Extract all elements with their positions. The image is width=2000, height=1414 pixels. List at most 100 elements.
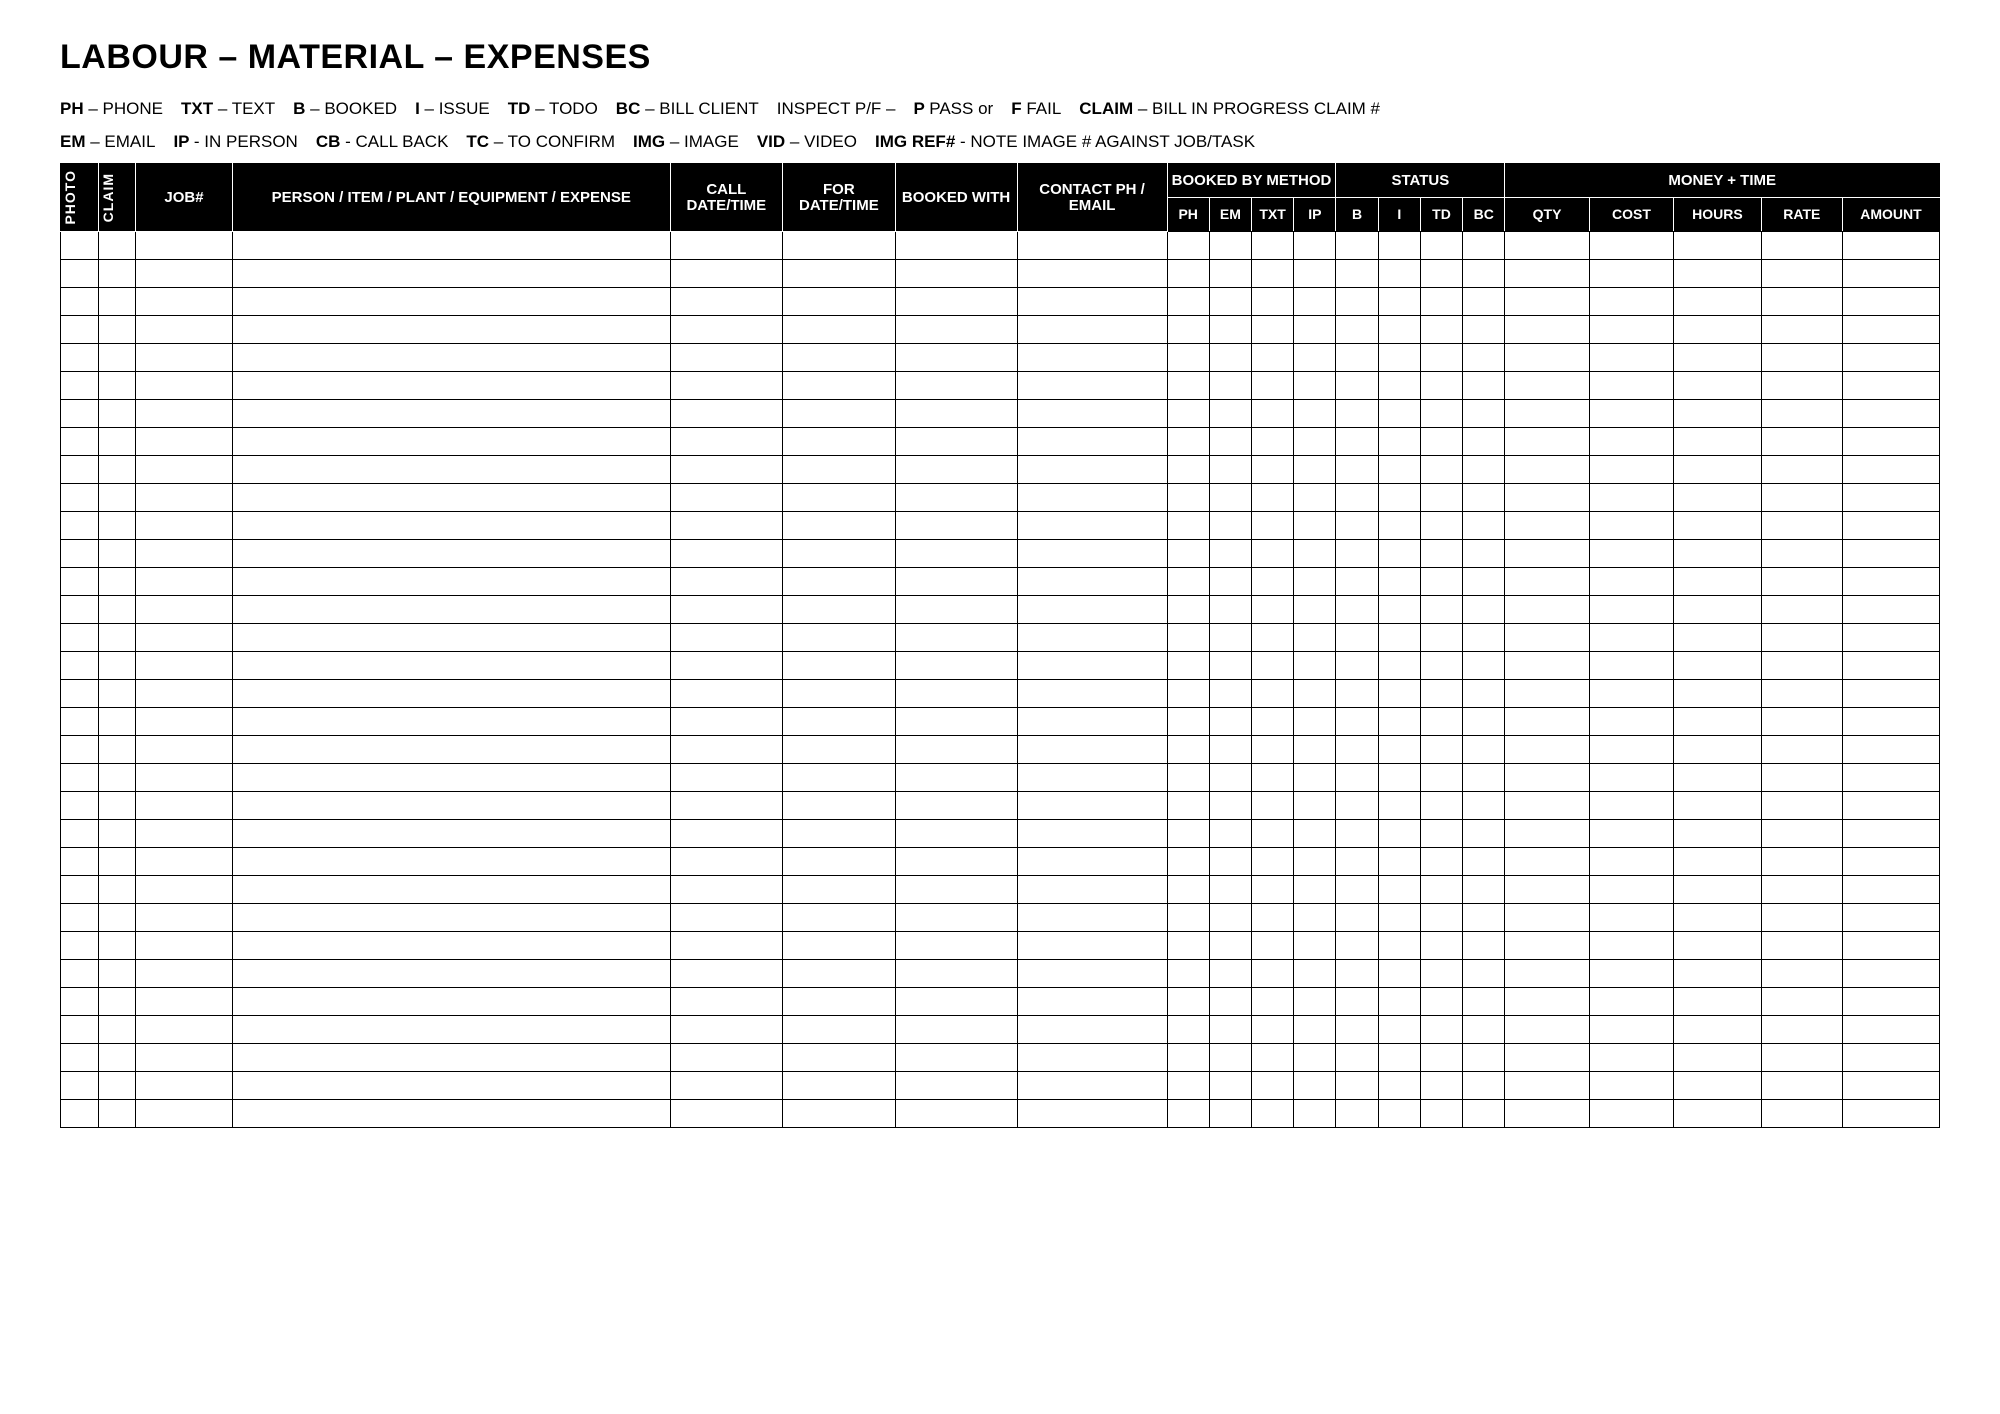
cell[interactable] [1589, 483, 1673, 511]
cell[interactable] [1761, 287, 1842, 315]
cell[interactable] [1336, 651, 1378, 679]
cell[interactable] [1336, 847, 1378, 875]
cell[interactable] [1463, 287, 1505, 315]
cell[interactable] [136, 539, 233, 567]
cell[interactable] [232, 819, 670, 847]
cell[interactable] [1589, 595, 1673, 623]
cell[interactable] [1294, 343, 1336, 371]
cell[interactable] [1674, 1043, 1762, 1071]
cell[interactable] [1336, 679, 1378, 707]
cell[interactable] [1842, 399, 1939, 427]
cell[interactable] [1209, 791, 1251, 819]
cell[interactable] [1017, 623, 1167, 651]
cell[interactable] [670, 735, 783, 763]
cell[interactable] [1017, 903, 1167, 931]
cell[interactable] [136, 315, 233, 343]
cell[interactable] [1674, 455, 1762, 483]
cell[interactable] [1294, 931, 1336, 959]
cell[interactable] [1674, 427, 1762, 455]
cell[interactable] [670, 567, 783, 595]
cell[interactable] [783, 399, 896, 427]
cell[interactable] [895, 511, 1017, 539]
cell[interactable] [1378, 791, 1420, 819]
cell[interactable] [232, 1043, 670, 1071]
cell[interactable] [1167, 679, 1209, 707]
cell[interactable] [1505, 959, 1589, 987]
cell[interactable] [98, 679, 136, 707]
cell[interactable] [136, 427, 233, 455]
cell[interactable] [895, 231, 1017, 259]
cell[interactable] [895, 903, 1017, 931]
cell[interactable] [1017, 539, 1167, 567]
cell[interactable] [895, 707, 1017, 735]
cell[interactable] [232, 1099, 670, 1127]
cell[interactable] [1589, 903, 1673, 931]
cell[interactable] [1589, 511, 1673, 539]
cell[interactable] [1505, 1099, 1589, 1127]
cell[interactable] [1420, 791, 1462, 819]
cell[interactable] [1209, 455, 1251, 483]
cell[interactable] [1463, 1099, 1505, 1127]
cell[interactable] [1463, 679, 1505, 707]
cell[interactable] [1589, 259, 1673, 287]
cell[interactable] [670, 315, 783, 343]
cell[interactable] [783, 623, 896, 651]
cell[interactable] [1761, 651, 1842, 679]
cell[interactable] [232, 931, 670, 959]
cell[interactable] [1420, 595, 1462, 623]
cell[interactable] [1252, 595, 1294, 623]
cell[interactable] [1674, 651, 1762, 679]
cell[interactable] [670, 287, 783, 315]
cell[interactable] [895, 595, 1017, 623]
cell[interactable] [1252, 259, 1294, 287]
cell[interactable] [1842, 539, 1939, 567]
cell[interactable] [1209, 735, 1251, 763]
cell[interactable] [1463, 651, 1505, 679]
cell[interactable] [61, 287, 99, 315]
cell[interactable] [1420, 539, 1462, 567]
cell[interactable] [1252, 819, 1294, 847]
cell[interactable] [1252, 511, 1294, 539]
cell[interactable] [61, 427, 99, 455]
cell[interactable] [1761, 427, 1842, 455]
cell[interactable] [1463, 399, 1505, 427]
cell[interactable] [61, 567, 99, 595]
cell[interactable] [232, 707, 670, 735]
cell[interactable] [1761, 315, 1842, 343]
cell[interactable] [1674, 399, 1762, 427]
cell[interactable] [1589, 735, 1673, 763]
cell[interactable] [670, 679, 783, 707]
cell[interactable] [1167, 623, 1209, 651]
cell[interactable] [1167, 1071, 1209, 1099]
cell[interactable] [783, 791, 896, 819]
cell[interactable] [61, 455, 99, 483]
cell[interactable] [1017, 819, 1167, 847]
cell[interactable] [1463, 427, 1505, 455]
cell[interactable] [1463, 903, 1505, 931]
cell[interactable] [1420, 343, 1462, 371]
cell[interactable] [1378, 511, 1420, 539]
cell[interactable] [1420, 623, 1462, 651]
cell[interactable] [1420, 259, 1462, 287]
cell[interactable] [1252, 903, 1294, 931]
cell[interactable] [232, 511, 670, 539]
cell[interactable] [1252, 343, 1294, 371]
cell[interactable] [1294, 875, 1336, 903]
cell[interactable] [1017, 315, 1167, 343]
cell[interactable] [1167, 791, 1209, 819]
cell[interactable] [1420, 819, 1462, 847]
cell[interactable] [1420, 707, 1462, 735]
cell[interactable] [98, 287, 136, 315]
cell[interactable] [1336, 707, 1378, 735]
cell[interactable] [1761, 1099, 1842, 1127]
cell[interactable] [1167, 483, 1209, 511]
cell[interactable] [1209, 343, 1251, 371]
cell[interactable] [1209, 875, 1251, 903]
cell[interactable] [1209, 483, 1251, 511]
cell[interactable] [232, 679, 670, 707]
cell[interactable] [783, 483, 896, 511]
cell[interactable] [1294, 483, 1336, 511]
cell[interactable] [1420, 483, 1462, 511]
cell[interactable] [1505, 231, 1589, 259]
cell[interactable] [1378, 735, 1420, 763]
